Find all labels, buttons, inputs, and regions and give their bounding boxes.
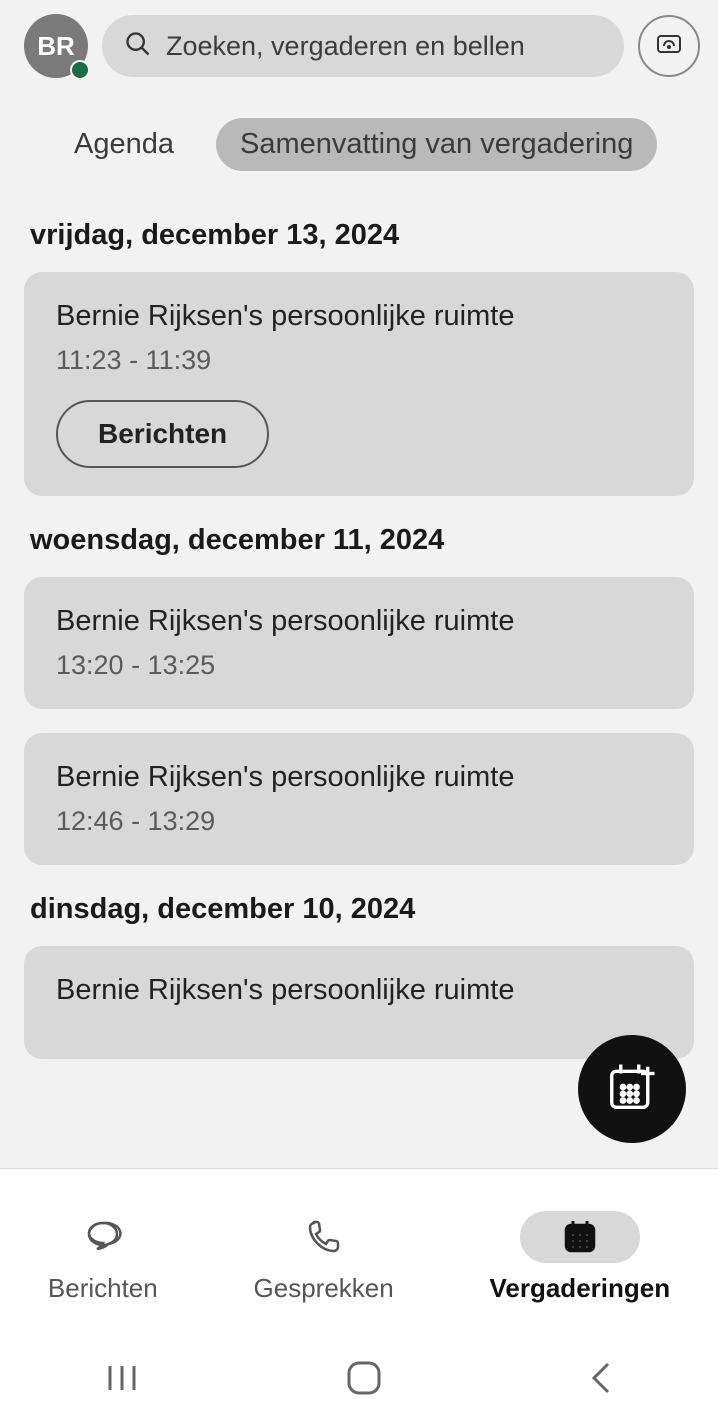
nav-messages[interactable]: Berichten — [48, 1211, 158, 1304]
phone-icon — [279, 1211, 369, 1263]
day-header: vrijdag, december 13, 2024 — [30, 219, 694, 252]
meeting-title: Bernie Rijksen's persoonlijke ruimte — [56, 761, 662, 794]
search-placeholder: Zoeken, vergaderen en bellen — [166, 31, 525, 62]
avatar[interactable]: BR — [24, 14, 88, 78]
day-header: dinsdag, december 10, 2024 — [30, 893, 694, 926]
search-icon — [124, 30, 152, 63]
meeting-summary-list[interactable]: vrijdag, december 13, 2024 Bernie Rijkse… — [0, 191, 718, 1168]
meeting-title: Bernie Rijksen's persoonlijke ruimte — [56, 605, 662, 638]
back-button[interactable] — [586, 1360, 616, 1401]
meeting-card[interactable]: Bernie Rijksen's persoonlijke ruimte 11:… — [24, 272, 694, 496]
meeting-title: Bernie Rijksen's persoonlijke ruimte — [56, 300, 662, 333]
meeting-card[interactable]: Bernie Rijksen's persoonlijke ruimte 13:… — [24, 577, 694, 709]
tab-agenda[interactable]: Agenda — [50, 118, 198, 171]
calendar-plus-icon — [605, 1060, 659, 1119]
search-input[interactable]: Zoeken, vergaderen en bellen — [102, 15, 624, 77]
avatar-initials: BR — [37, 31, 75, 62]
calendar-icon — [520, 1211, 640, 1263]
tab-meeting-summary[interactable]: Samenvatting van vergadering — [216, 118, 657, 171]
new-meeting-fab[interactable] — [578, 1035, 686, 1143]
cast-button[interactable] — [638, 15, 700, 77]
home-button[interactable] — [345, 1359, 383, 1402]
nav-calls[interactable]: Gesprekken — [254, 1211, 394, 1304]
meeting-card[interactable]: Bernie Rijksen's persoonlijke ruimte — [24, 946, 694, 1059]
app-header: BR Zoeken, vergaderen en bellen — [0, 0, 718, 88]
view-tabs: Agenda Samenvatting van vergadering — [0, 88, 718, 191]
meeting-time: 13:20 - 13:25 — [56, 650, 662, 681]
meeting-card[interactable]: Bernie Rijksen's persoonlijke ruimte 12:… — [24, 733, 694, 865]
cast-icon — [657, 35, 681, 58]
bottom-nav: Berichten Gesprekken Vergaderingen — [0, 1168, 718, 1338]
presence-indicator — [70, 60, 90, 80]
nav-label: Gesprekken — [254, 1273, 394, 1304]
meeting-time: 12:46 - 13:29 — [56, 806, 662, 837]
meeting-title: Bernie Rijksen's persoonlijke ruimte — [56, 974, 662, 1007]
day-header: woensdag, december 11, 2024 — [30, 524, 694, 557]
chat-icon — [58, 1211, 148, 1263]
nav-label: Berichten — [48, 1273, 158, 1304]
recents-button[interactable] — [102, 1362, 142, 1399]
nav-label: Vergaderingen — [489, 1273, 670, 1304]
system-nav-bar — [0, 1338, 718, 1423]
nav-meetings[interactable]: Vergaderingen — [489, 1211, 670, 1304]
messages-button[interactable]: Berichten — [56, 400, 269, 468]
meeting-time: 11:23 - 11:39 — [56, 345, 662, 376]
